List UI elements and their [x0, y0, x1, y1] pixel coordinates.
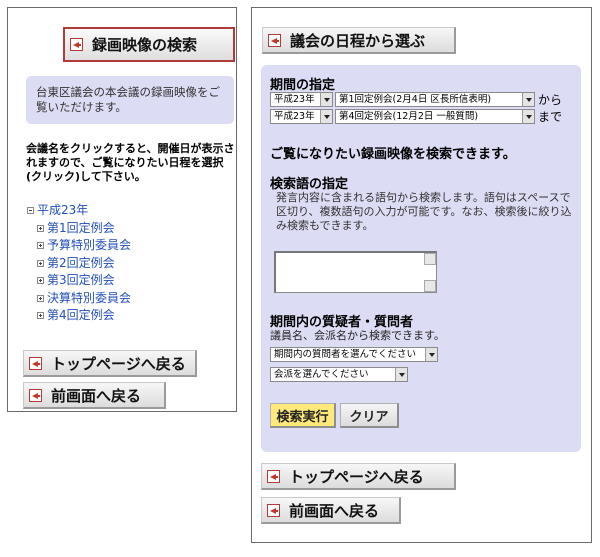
- expand-icon[interactable]: [37, 259, 44, 267]
- period-from-row: 平成23年 第1回定例会(2月4日 区長所信表明) から: [270, 91, 562, 108]
- schedule-select-button[interactable]: 議会の日程から選ぶ: [262, 27, 456, 54]
- party-row: 会派を選んでください: [270, 367, 410, 382]
- tree-root[interactable]: 平成23年: [27, 202, 131, 220]
- tree-item-link[interactable]: 決算特別委員会: [47, 290, 131, 308]
- scroll-down-icon[interactable]: [424, 280, 436, 292]
- to-suffix: まで: [538, 110, 563, 124]
- expand-icon[interactable]: [37, 224, 44, 232]
- tree-item[interactable]: 第1回定例会: [27, 220, 131, 238]
- back-arrow-icon: [268, 33, 281, 47]
- period-to-row: 平成23年 第4回定例会(12月2日 一般質問) まで: [270, 108, 562, 125]
- tree-item[interactable]: 第3回定例会: [27, 272, 131, 290]
- top-page-label: トップページへ戻る: [289, 467, 424, 486]
- session-tree: 平成23年 第1回定例会 予算特別委員会 第2回定例会 第3回定例会 決算特別委…: [27, 202, 131, 325]
- party-select-value: 会派を選んでください: [274, 369, 369, 380]
- to-session-select[interactable]: 第4回定例会(12月2日 一般質問): [335, 109, 535, 124]
- left-panel: 録画映像の検索 台東区議会の本会議の録画映像をご覧いただけます。 会議名をクリッ…: [7, 7, 237, 412]
- period-note: ご覧になりたい録画映像を検索できます。: [270, 147, 516, 162]
- top-page-label: トップページへ戻る: [51, 354, 186, 373]
- from-year-value: 平成23年: [274, 94, 315, 105]
- tree-item-link[interactable]: 予算特別委員会: [47, 237, 131, 255]
- dropdown-arrow-icon: [320, 93, 332, 106]
- member-select[interactable]: 期間内の質問者を選んでください: [270, 347, 438, 362]
- tree-item-link[interactable]: 第3回定例会: [47, 272, 115, 290]
- tree-item-link[interactable]: 第2回定例会: [47, 255, 115, 273]
- collapse-icon[interactable]: [27, 207, 34, 215]
- top-page-button[interactable]: トップページへ戻る: [261, 463, 456, 490]
- from-year-select[interactable]: 平成23年: [270, 92, 333, 107]
- expand-icon[interactable]: [37, 312, 44, 320]
- instruction-text: 会議名をクリックすると、開催日が表示されますので、ご覧になりたい日程を選択(クリ…: [26, 142, 235, 183]
- tree-item[interactable]: 予算特別委員会: [27, 237, 131, 255]
- keyword-textarea[interactable]: [274, 251, 437, 293]
- search-video-button[interactable]: 録画映像の検索: [63, 27, 235, 62]
- dropdown-arrow-icon: [522, 110, 534, 123]
- prev-page-button[interactable]: 前画面へ戻る: [261, 497, 401, 524]
- top-page-button[interactable]: トップページへ戻る: [23, 350, 197, 377]
- tree-item-link[interactable]: 第4回定例会: [47, 307, 115, 325]
- back-arrow-icon: [267, 503, 280, 517]
- keyword-description: 発言内容に含まれる語句から検索します。語句はスペースで区切り、複数語句の入力が可…: [276, 191, 572, 232]
- dropdown-arrow-icon: [522, 93, 534, 106]
- description-box: 台東区議会の本会議の録画映像をご覧いただけます。: [26, 76, 234, 124]
- prev-page-label: 前画面へ戻る: [289, 501, 380, 520]
- from-session-select[interactable]: 第1回定例会(2月4日 区長所信表明): [335, 92, 535, 107]
- dropdown-arrow-icon: [395, 368, 407, 381]
- execute-search-button[interactable]: 検索実行: [270, 403, 336, 428]
- party-select[interactable]: 会派を選んでください: [270, 367, 408, 382]
- prev-page-label: 前画面へ戻る: [51, 386, 142, 405]
- scroll-up-icon[interactable]: [424, 253, 436, 265]
- tree-item-link[interactable]: 第1回定例会: [47, 220, 115, 238]
- tree-item[interactable]: 第2回定例会: [27, 255, 131, 273]
- dropdown-arrow-icon: [320, 110, 332, 123]
- keyword-title: 検索語の指定: [270, 177, 349, 192]
- back-arrow-icon: [29, 356, 42, 370]
- expand-icon[interactable]: [37, 294, 44, 302]
- right-panel: 議会の日程から選ぶ 期間の指定 平成23年 第1回定例会(2月4日 区長所信表明…: [251, 7, 592, 543]
- prev-page-button[interactable]: 前画面へ戻る: [23, 382, 166, 409]
- member-select-value: 期間内の質問者を選んでください: [274, 349, 417, 360]
- filter-box: 期間の指定 平成23年 第1回定例会(2月4日 区長所信表明) から 平成23年…: [261, 65, 581, 452]
- questioner-description: 議員名、会派名から検索できます。: [270, 329, 445, 342]
- to-session-value: 第4回定例会(12月2日 一般質問): [339, 111, 479, 122]
- member-row: 期間内の質問者を選んでください: [270, 347, 440, 362]
- back-arrow-icon: [70, 38, 83, 51]
- schedule-label: 議会の日程から選ぶ: [290, 31, 426, 50]
- from-session-value: 第1回定例会(2月4日 区長所信表明): [339, 94, 492, 105]
- dropdown-arrow-icon: [425, 348, 437, 361]
- search-video-label: 録画映像の検索: [92, 36, 198, 54]
- expand-icon[interactable]: [37, 242, 44, 250]
- tree-item[interactable]: 決算特別委員会: [27, 290, 131, 308]
- expand-icon[interactable]: [37, 277, 44, 285]
- back-arrow-icon: [267, 469, 280, 483]
- to-year-select[interactable]: 平成23年: [270, 109, 333, 124]
- tree-root-link[interactable]: 平成23年: [37, 202, 88, 220]
- from-suffix: から: [538, 93, 563, 107]
- back-arrow-icon: [29, 388, 42, 402]
- to-year-value: 平成23年: [274, 111, 315, 122]
- clear-button[interactable]: クリア: [340, 403, 399, 428]
- tree-item[interactable]: 第4回定例会: [27, 307, 131, 325]
